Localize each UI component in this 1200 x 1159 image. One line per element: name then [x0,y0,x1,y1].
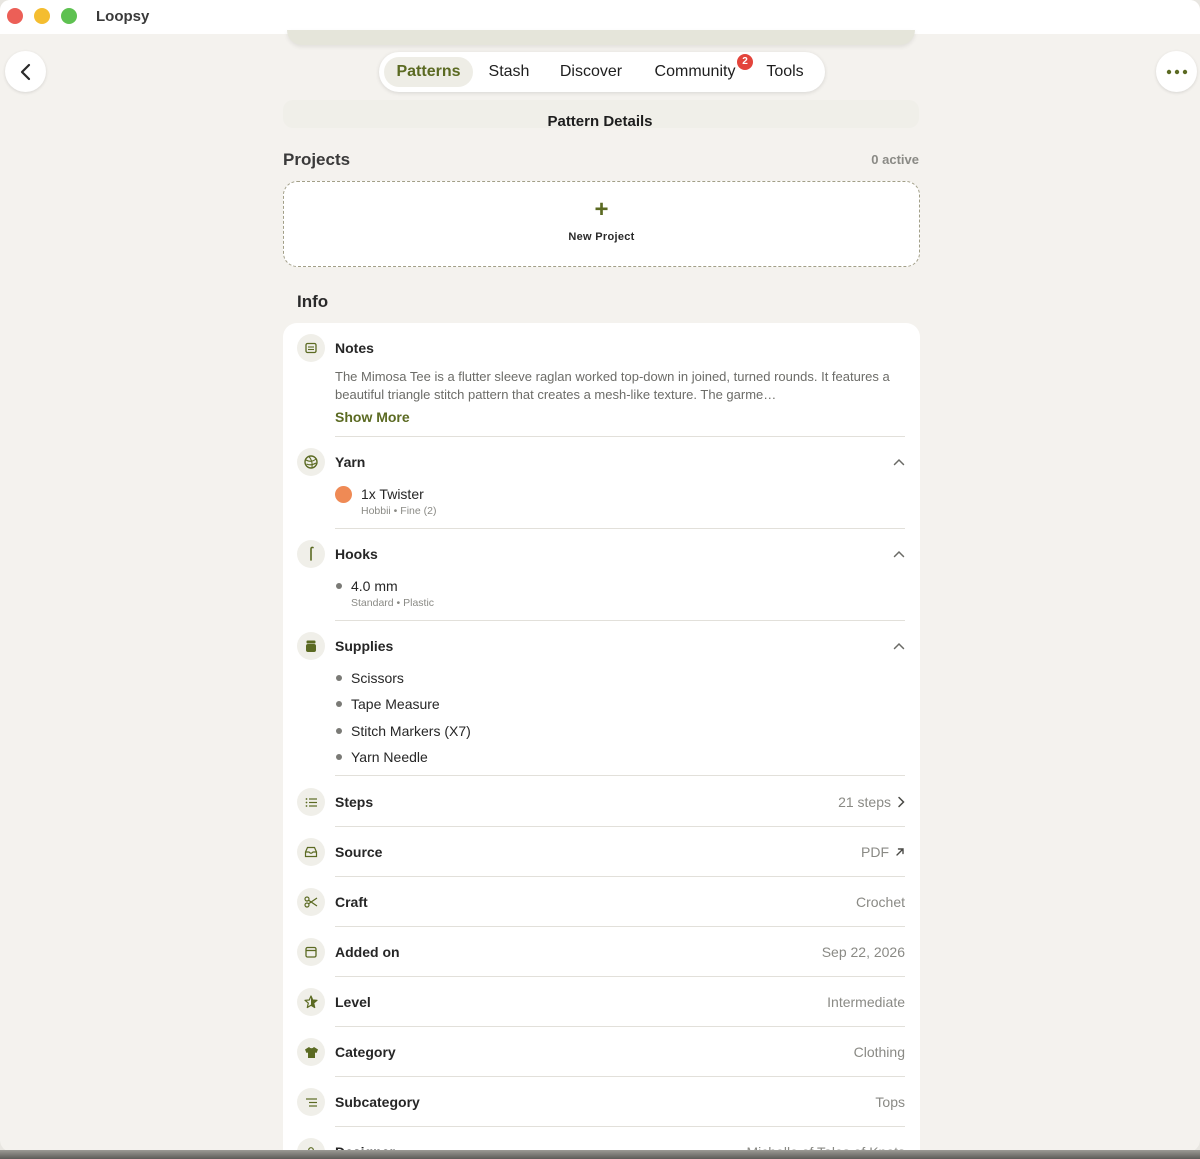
projects-count: 0 active [871,152,919,167]
ellipsis-icon [1166,69,1187,74]
hook-size: 4.0 mm [351,578,398,594]
new-project-button[interactable]: + New Project [283,181,920,267]
divider [335,926,905,927]
tab-tools[interactable]: Tools [759,57,811,87]
window-bottom-edge [0,1150,1200,1159]
community-badge: 2 [737,54,753,70]
tab-stash[interactable]: Stash [479,57,539,87]
notes-icon [297,334,325,362]
steps-value: 21 steps [838,794,891,810]
yarn-color-swatch [335,486,352,503]
divider [335,1126,905,1127]
added-on-value: Sep 22, 2026 [821,944,905,960]
chevron-right-icon [898,796,905,808]
supply-item: Scissors [351,670,404,686]
bullet [336,583,342,589]
zoom-window-button[interactable] [61,8,77,24]
hooks-label: Hooks [335,546,378,562]
jar-icon [297,632,325,660]
collapse-yarn-chevron-up-icon[interactable] [893,458,905,466]
supply-item: Yarn Needle [351,749,428,765]
category-value: Clothing [853,1044,905,1060]
divider [335,775,905,776]
divider [335,1026,905,1027]
back-button[interactable] [5,51,46,92]
collapse-supplies-chevron-up-icon[interactable] [893,642,905,650]
inbox-icon [297,838,325,866]
close-window-button[interactable] [7,8,23,24]
title-bar: Loopsy [0,0,1200,34]
source-value: PDF [861,844,889,860]
show-more-link[interactable]: Show More [335,409,410,425]
new-project-label: New Project [568,231,635,243]
list-icon [297,788,325,816]
hook-icon [297,540,325,568]
yarn-name: 1x Twister [361,486,424,502]
bullet [336,754,342,760]
subcategory-label: Subcategory [335,1094,420,1110]
app-title: Loopsy [96,8,150,25]
projects-heading: Projects [283,150,351,169]
notes-text: The Mimosa Tee is a flutter sleeve ragla… [335,369,890,402]
app-window: Loopsy Patterns Stash Discover Community… [0,0,1200,1152]
level-label: Level [335,994,371,1010]
added-on-label: Added on [335,944,400,960]
yarn-ball-icon [297,448,325,476]
info-heading: Info [297,292,329,311]
calendar-icon [297,938,325,966]
supply-item: Tape Measure [351,696,440,712]
plus-icon: + [594,196,609,223]
list-icon [297,1088,325,1116]
star-icon [297,988,325,1016]
tab-discover[interactable]: Discover [549,57,633,87]
collapse-hooks-chevron-up-icon[interactable] [893,550,905,558]
divider [335,976,905,977]
scissors-icon [297,888,325,916]
supplies-label: Supplies [335,638,394,654]
bullet [336,728,342,734]
divider [335,528,905,529]
chevron-left-icon [20,63,30,80]
tab-patterns[interactable]: Patterns [384,57,473,87]
craft-label: Craft [335,894,368,910]
hook-detail: Standard • Plastic [351,597,435,609]
page-title: Pattern Details [547,113,653,130]
bullet [336,675,342,681]
main-nav: Patterns Stash Discover Community 2 Tool… [379,52,825,92]
scrolled-header-shadow [287,30,915,45]
bullet [336,701,342,707]
category-label: Category [335,1044,396,1060]
craft-value: Crochet [855,894,905,910]
yarn-detail: Hobbii • Fine (2) [361,505,437,517]
yarn-label: Yarn [335,454,366,470]
divider [335,620,905,621]
divider [335,876,905,877]
notes-label: Notes [335,340,374,356]
steps-label: Steps [335,794,374,810]
source-link[interactable]: PDF [861,844,905,860]
shirt-icon [297,1038,325,1066]
external-link-icon [896,848,904,856]
level-value: Intermediate [827,994,905,1010]
more-options-button[interactable] [1156,51,1197,92]
info-card: Notes The Mimosa Tee is a flutter sleeve… [283,323,920,1152]
steps-link[interactable]: 21 steps [838,794,905,810]
divider [335,436,905,437]
tab-community[interactable]: Community [647,57,743,87]
supply-item: Stitch Markers (X7) [351,723,471,739]
minimize-window-button[interactable] [34,8,50,24]
divider [335,826,905,827]
divider [335,1076,905,1077]
subcategory-value: Tops [875,1094,905,1110]
source-label: Source [335,844,383,860]
